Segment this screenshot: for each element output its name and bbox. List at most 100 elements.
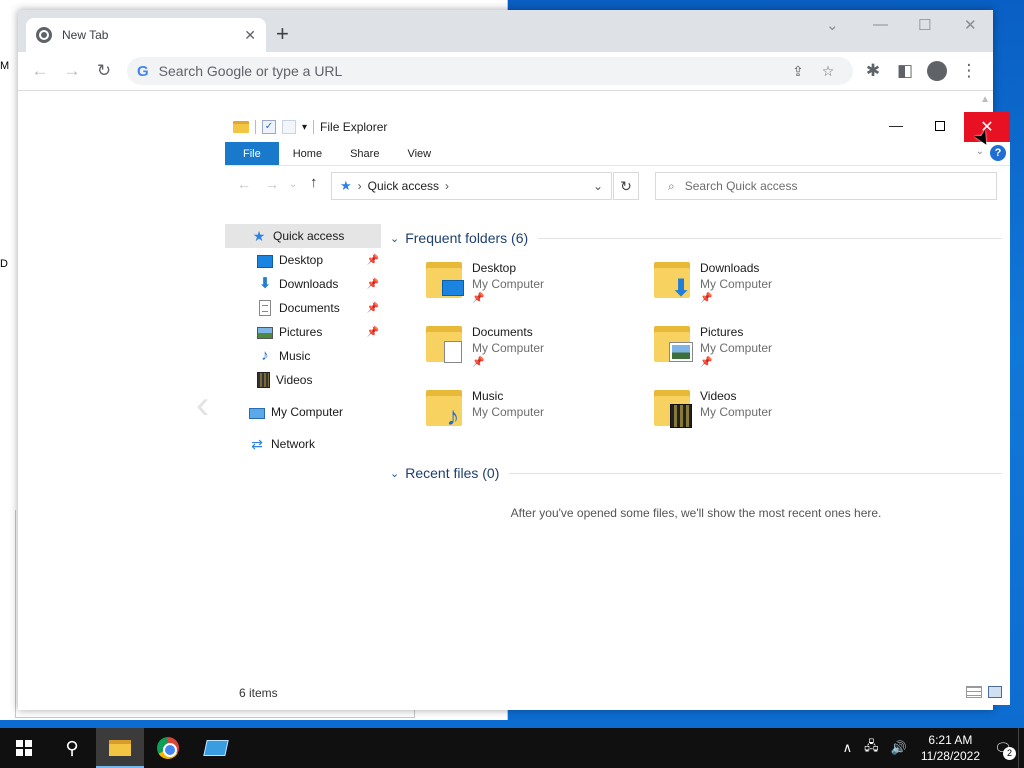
scroll-up-icon[interactable]: ▲ bbox=[980, 94, 990, 105]
recent-locations-icon[interactable]: ⌄ bbox=[289, 179, 297, 190]
network-icon: ⇄ bbox=[251, 436, 263, 452]
chrome-menu-icon[interactable]: ⋮ bbox=[953, 55, 985, 87]
explorer-maximize-button[interactable] bbox=[935, 121, 945, 131]
bookmark-star-icon[interactable]: ☆ bbox=[813, 63, 843, 80]
download-icon: ⬇ bbox=[258, 275, 272, 292]
forward-arrow-icon[interactable]: → bbox=[265, 176, 279, 192]
file-explorer-icon bbox=[109, 740, 131, 756]
tab-share[interactable]: Share bbox=[336, 142, 393, 165]
system-tray: ∧ 🖧 🔊 6:21 AM 11/28/2022 🗨 2 bbox=[837, 728, 1024, 768]
volume-icon[interactable]: 🔊 bbox=[891, 740, 907, 756]
sidebar-item-desktop[interactable]: Desktop 📌 bbox=[257, 248, 379, 272]
recent-files-empty-message: After you've opened some files, we'll sh… bbox=[510, 506, 882, 520]
show-desktop-button[interactable] bbox=[1018, 728, 1024, 768]
recent-files-header[interactable]: ⌄ Recent files (0) bbox=[390, 465, 1002, 481]
new-folder-icon[interactable] bbox=[282, 120, 296, 134]
folder-tile-pictures[interactable]: Pictures My Computer 📌 bbox=[654, 322, 874, 382]
tab-view[interactable]: View bbox=[393, 142, 445, 165]
large-icons-view-icon[interactable] bbox=[988, 686, 1002, 698]
taskbar-app[interactable] bbox=[192, 728, 240, 768]
back-button[interactable]: ← bbox=[24, 55, 56, 87]
address-dropdown-icon[interactable]: ⌄ bbox=[593, 179, 603, 193]
refresh-button[interactable]: ↻ bbox=[613, 172, 639, 200]
folder-name: Pictures bbox=[700, 325, 744, 339]
share-icon[interactable]: ⇪ bbox=[783, 63, 813, 80]
chrome-maximize-button[interactable]: ☐ bbox=[918, 16, 931, 34]
search-input[interactable]: ⌕ Search Quick access bbox=[655, 172, 997, 200]
sidebar-item-my-computer[interactable]: My Computer bbox=[249, 400, 381, 424]
sidebar-item-label: Network bbox=[271, 437, 316, 451]
quick-access-star-icon: ★ bbox=[340, 178, 352, 193]
chrome-close-button[interactable]: ✕ bbox=[964, 16, 977, 34]
taskbar: ⚲ ∧ 🖧 🔊 6:21 AM 11/28/2022 🗨 2 bbox=[0, 728, 1024, 768]
divider bbox=[313, 120, 315, 134]
details-view-icon[interactable] bbox=[966, 686, 982, 698]
taskbar-file-explorer[interactable] bbox=[96, 728, 144, 768]
up-arrow-icon[interactable]: ↑ bbox=[310, 174, 318, 191]
profile-avatar-icon[interactable] bbox=[927, 61, 947, 81]
toolbar-right: ✱ ◧ ⋮ bbox=[857, 55, 985, 87]
folder-location: My Computer bbox=[700, 277, 773, 291]
sidebar-item-quick-access[interactable]: ★ Quick access bbox=[225, 224, 381, 248]
tab-close-icon[interactable]: ✕ bbox=[244, 27, 256, 44]
collapse-chevron-icon: ⌄ bbox=[390, 467, 400, 480]
pin-icon: 📌 bbox=[366, 326, 379, 338]
sidebar-item-videos[interactable]: Videos bbox=[257, 368, 379, 392]
folder-tile-videos[interactable]: Videos My Computer bbox=[654, 386, 874, 446]
status-item-count: 6 items bbox=[239, 686, 278, 700]
breadcrumb-chevron-icon[interactable]: › bbox=[445, 179, 449, 193]
tab-new-tab[interactable]: New Tab ✕ bbox=[26, 18, 266, 52]
omnibox[interactable]: G Search Google or type a URL ⇪ ☆ bbox=[127, 57, 853, 85]
show-hidden-icons-chevron-icon[interactable]: ∧ bbox=[843, 740, 853, 756]
sidebar-item-label: Quick access bbox=[273, 229, 345, 243]
clock[interactable]: 6:21 AM 11/28/2022 bbox=[921, 732, 980, 764]
folder-tile-music[interactable]: ♪ Music My Computer bbox=[426, 386, 646, 446]
chevron-left-icon: ‹ bbox=[196, 383, 210, 427]
sidebar-item-pictures[interactable]: Pictures 📌 bbox=[257, 320, 379, 344]
sidebar-item-documents[interactable]: Documents 📌 bbox=[257, 296, 379, 320]
tab-search-button[interactable]: ⌄ bbox=[826, 16, 839, 34]
tab-file[interactable]: File bbox=[225, 142, 279, 165]
frequent-folders-header[interactable]: ⌄ Frequent folders (6) bbox=[390, 230, 1002, 246]
notification-center-button[interactable]: 🗨 2 bbox=[988, 728, 1018, 768]
sidebar-item-downloads[interactable]: ⬇ Downloads 📌 bbox=[257, 272, 379, 296]
music-folder-icon: ♪ bbox=[426, 388, 462, 431]
folder-tile-desktop[interactable]: Desktop My Computer 📌 bbox=[426, 258, 646, 318]
video-icon bbox=[257, 372, 270, 388]
back-arrow-icon[interactable]: ← bbox=[237, 176, 251, 192]
folder-tile-downloads[interactable]: ⬇ Downloads My Computer 📌 bbox=[654, 258, 874, 318]
network-icon[interactable]: 🖧 bbox=[864, 737, 879, 759]
start-button[interactable] bbox=[0, 728, 48, 768]
taskbar-chrome[interactable] bbox=[144, 728, 192, 768]
side-panel-icon[interactable]: ◧ bbox=[889, 55, 921, 87]
properties-icon[interactable]: ✓ bbox=[262, 120, 276, 134]
divider bbox=[509, 472, 1002, 474]
pin-icon: 📌 bbox=[366, 254, 379, 266]
new-tab-button[interactable]: + bbox=[276, 22, 289, 46]
pin-icon: 📌 bbox=[700, 293, 713, 304]
breadcrumb-quick-access[interactable]: Quick access bbox=[368, 179, 439, 193]
extensions-icon[interactable]: ✱ bbox=[857, 55, 889, 87]
help-icon[interactable]: ? bbox=[990, 145, 1006, 161]
folder-tile-documents[interactable]: Documents My Computer 📌 bbox=[426, 322, 646, 382]
breadcrumb-separator[interactable]: › bbox=[358, 179, 362, 193]
pin-icon: 📌 bbox=[366, 278, 379, 290]
qat-dropdown-icon[interactable]: ▾ bbox=[302, 122, 307, 133]
search-icon: ⌕ bbox=[668, 178, 675, 193]
sidebar-item-music[interactable]: ♪ Music bbox=[257, 344, 379, 368]
tab-home[interactable]: Home bbox=[279, 142, 336, 165]
explorer-minimize-button[interactable]: — bbox=[889, 117, 903, 133]
chrome-icon bbox=[157, 737, 179, 759]
folder-location: My Computer bbox=[700, 341, 773, 355]
file-explorer-window: ✓ ▾ File Explorer — ✕ File Home Share Vi… bbox=[225, 94, 1010, 705]
folder-name: Videos bbox=[700, 389, 737, 403]
forward-button[interactable]: → bbox=[56, 55, 88, 87]
sidebar-item-network[interactable]: ⇄ Network bbox=[249, 432, 381, 456]
folder-location: My Computer bbox=[472, 277, 545, 291]
chrome-minimize-button[interactable]: — bbox=[873, 16, 888, 33]
reload-button[interactable]: ↻ bbox=[88, 55, 120, 87]
google-icon: G bbox=[137, 62, 149, 80]
address-bar[interactable]: ★ › Quick access › ⌄ bbox=[331, 172, 612, 200]
sidebar-item-label: Music bbox=[279, 349, 311, 363]
taskbar-search-button[interactable]: ⚲ bbox=[48, 728, 96, 768]
